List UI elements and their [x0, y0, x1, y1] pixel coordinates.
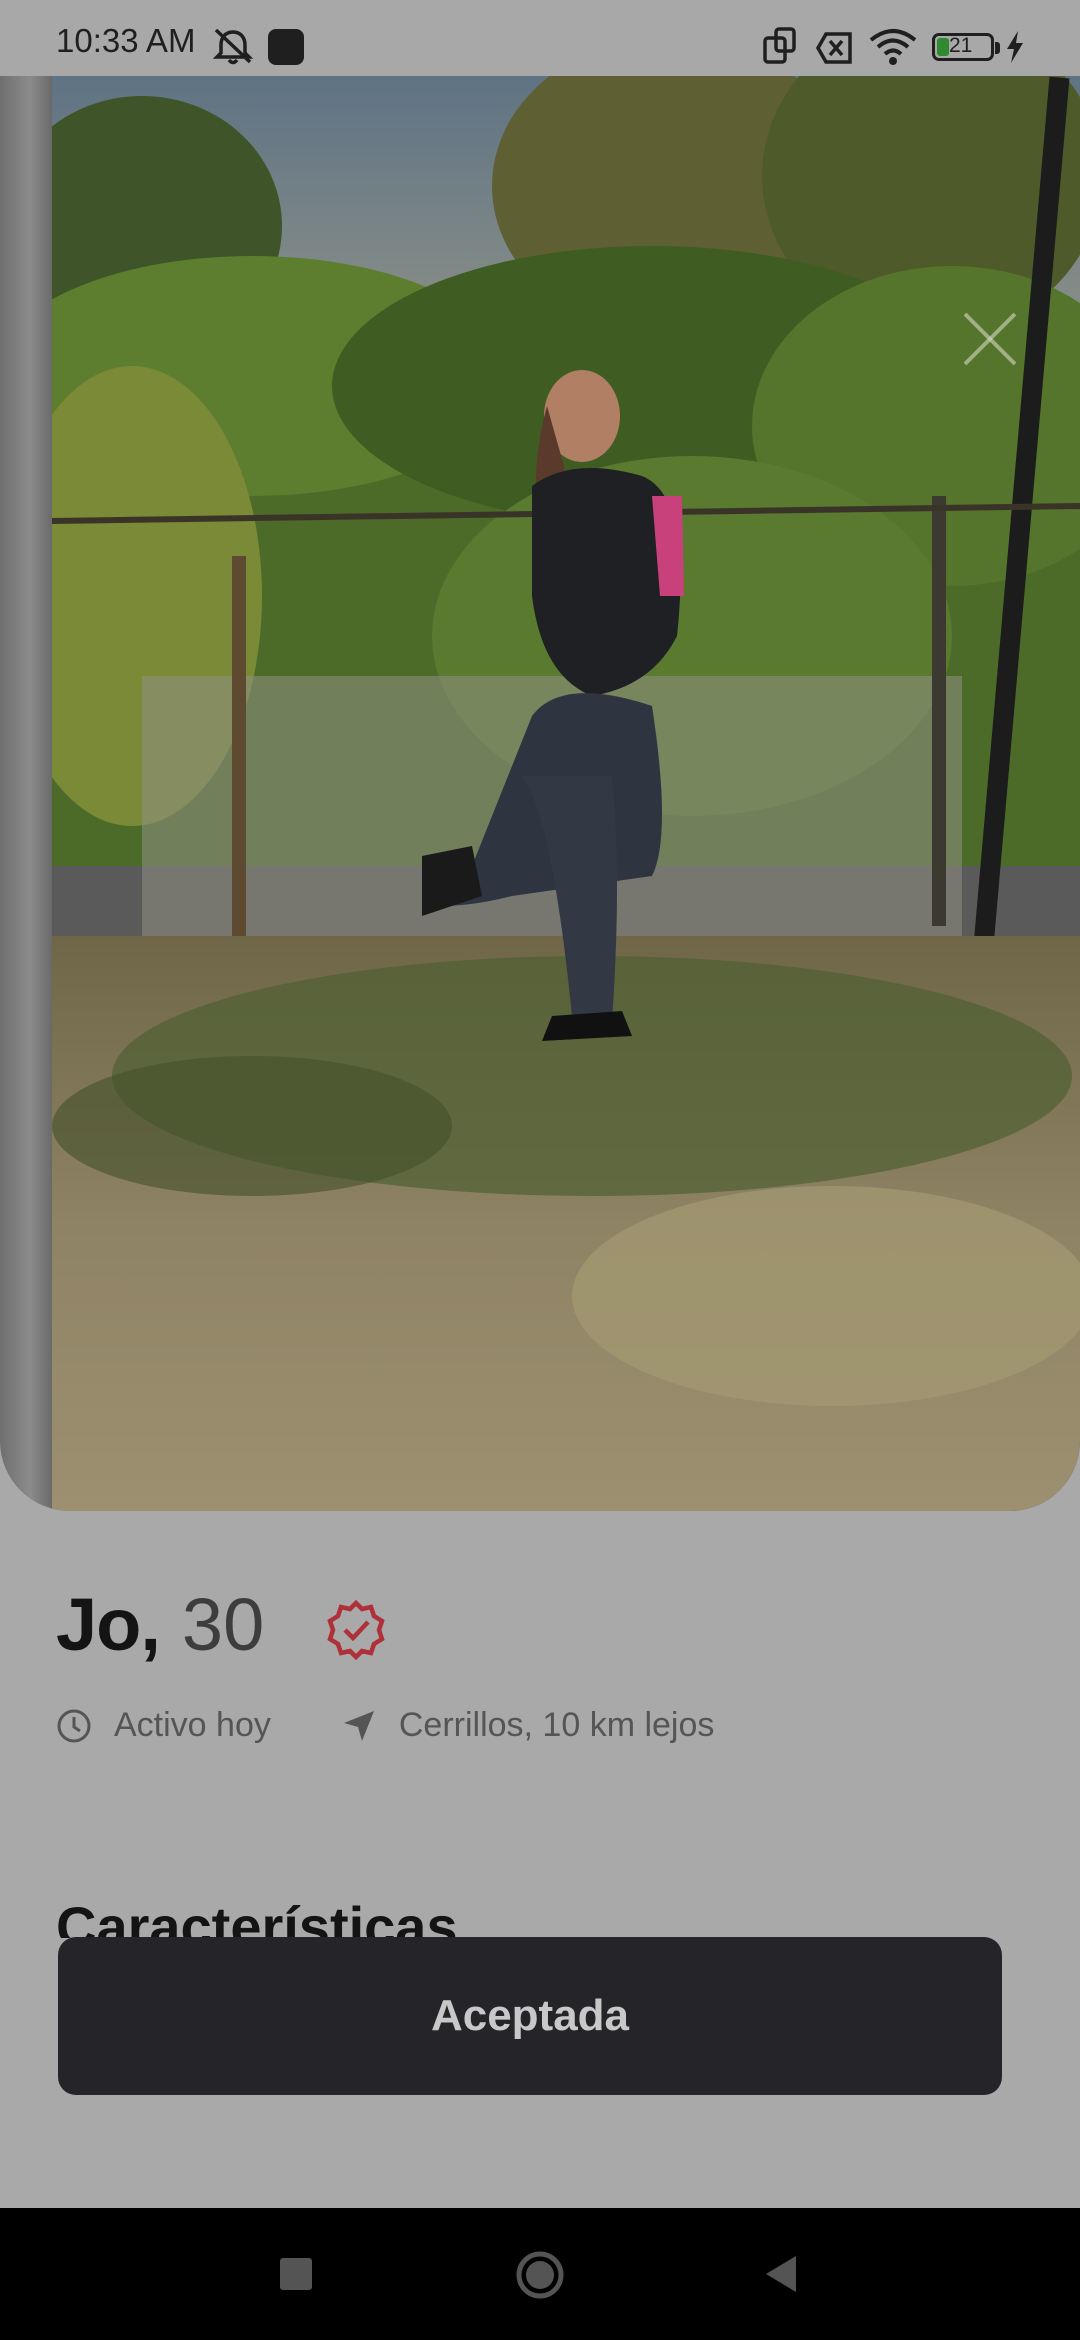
home-button[interactable] — [515, 2250, 565, 2300]
battery-icon: 21 — [932, 33, 994, 61]
close-photo-icon[interactable] — [955, 304, 1025, 374]
profile-header: Jo, 30 — [56, 1582, 264, 1667]
profile-photo[interactable] — [52, 76, 1080, 1511]
profile-meta: Activo hoy Cerrillos, 10 km lejos — [56, 1706, 714, 1745]
accepted-button-label: Aceptada — [430, 1991, 630, 2040]
clock-icon — [57, 1709, 91, 1742]
status-bar: 10:33 AM 21 — [0, 0, 1080, 76]
verified-badge-icon — [327, 1600, 385, 1660]
no-sim-icon — [815, 32, 852, 64]
status-time: 10:33 AM — [56, 22, 196, 59]
wifi-icon — [869, 29, 917, 65]
battery-level: 21 — [949, 34, 973, 57]
navigation-bar — [0, 2208, 1080, 2340]
section-title-characteristics: Características — [56, 1895, 458, 1938]
location-text: Cerrillos, 10 km lejos — [398, 1706, 715, 1744]
profile-photo-card[interactable] — [0, 76, 1080, 1511]
profile-age: 30 — [181, 1583, 265, 1666]
app-icon — [268, 29, 304, 65]
screen-rotate-icon — [763, 27, 796, 64]
charging-icon — [1007, 31, 1023, 63]
accepted-button[interactable]: Aceptada — [58, 1937, 1002, 2095]
location-arrow-icon — [343, 1710, 374, 1741]
recents-button[interactable] — [280, 2258, 312, 2290]
notifications-off-icon — [212, 28, 254, 65]
activity-status: Activo hoy — [114, 1706, 271, 1744]
back-button[interactable] — [762, 2252, 800, 2296]
profile-name: Jo, — [56, 1583, 161, 1666]
